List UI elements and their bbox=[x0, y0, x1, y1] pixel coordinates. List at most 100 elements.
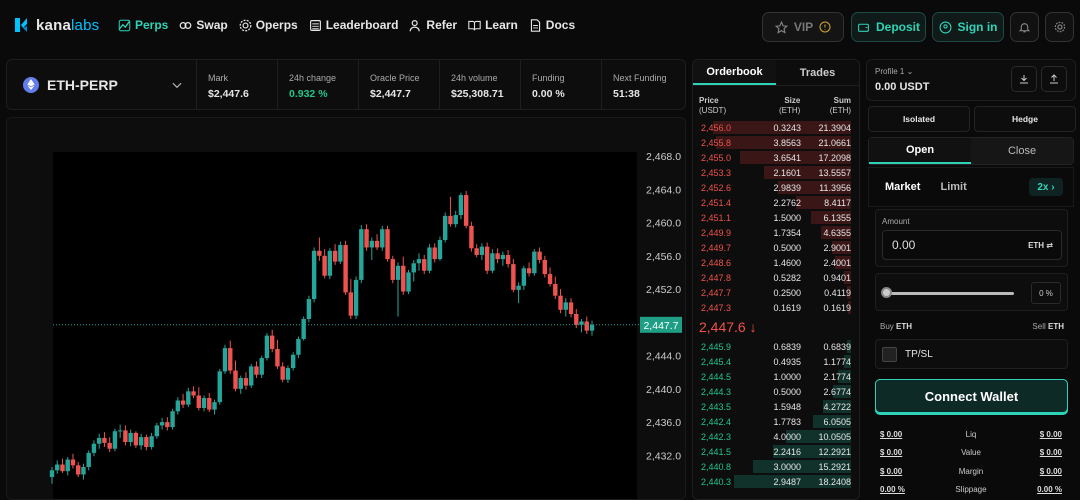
bid-row[interactable]: 2,440.3 2.9487 18.2408 bbox=[693, 474, 859, 489]
stat-label: Next Funding bbox=[613, 73, 667, 83]
ask-row[interactable]: 2,451.1 1.5000 6.1355 bbox=[693, 210, 859, 225]
stat-value: 0.932 % bbox=[289, 88, 328, 100]
ask-row[interactable]: 2,451.4 2.2762 8.4117 bbox=[693, 195, 859, 210]
sign-in-button[interactable]: Sign in bbox=[932, 12, 1004, 42]
size-slider-track[interactable] bbox=[886, 292, 1014, 295]
candle bbox=[327, 248, 333, 280]
top-bar: kanalabs Perps Swap Operps Leaderboard Refer… bbox=[0, 0, 1080, 54]
bid-row[interactable]: 2,443.5 1.5948 4.2722 bbox=[693, 399, 859, 414]
nav-item-docs[interactable]: Docs bbox=[529, 18, 575, 32]
plot-area[interactable] bbox=[53, 152, 637, 500]
buy-asset: ETH bbox=[896, 322, 913, 331]
ask-row[interactable]: 2,453.3 2.1601 13.5557 bbox=[693, 165, 859, 180]
bid-row[interactable]: 2,440.8 3.0000 15.2921 bbox=[693, 459, 859, 474]
bid-row[interactable]: 2,445.9 0.6839 0.6839 bbox=[693, 339, 859, 354]
stat-label: Mark bbox=[208, 73, 228, 83]
candle bbox=[484, 242, 490, 275]
stat-value: $25,308.71 bbox=[451, 88, 504, 100]
bid-row[interactable]: 2,445.4 0.4935 1.1774 bbox=[693, 354, 859, 369]
bid-row[interactable]: 2,442.3 4.0000 10.0505 bbox=[693, 429, 859, 444]
ask-row[interactable]: 2,449.7 0.5000 2.9001 bbox=[693, 240, 859, 255]
profile-selector[interactable]: Profile 1 ⌄ bbox=[875, 67, 913, 76]
sum-col-label: Sum bbox=[833, 96, 852, 105]
market-selector[interactable]: ETH-PERP bbox=[7, 60, 197, 109]
row-sum: 2.4001 bbox=[823, 257, 851, 268]
candle bbox=[406, 269, 411, 295]
isolated-button[interactable]: Isolated bbox=[868, 106, 970, 132]
ask-row[interactable]: 2,455.8 3.8563 21.0661 bbox=[693, 135, 859, 150]
eth-icon bbox=[23, 76, 39, 93]
ask-row[interactable]: 2,447.3 0.1619 0.1619 bbox=[693, 300, 859, 315]
notifications-button[interactable] bbox=[1010, 12, 1039, 42]
tab-orderbook[interactable]: Orderbook bbox=[693, 60, 776, 85]
amount-value: 0.00 bbox=[892, 238, 916, 252]
ask-row[interactable]: 2,455.0 3.6541 17.2098 bbox=[693, 150, 859, 165]
row-price: 2,452.6 bbox=[701, 182, 732, 193]
bid-row[interactable]: 2,441.5 2.2416 12.2921 bbox=[693, 444, 859, 459]
row-size: 3.6541 bbox=[773, 152, 801, 163]
kanalabs-logo[interactable]: kanalabs bbox=[12, 16, 99, 34]
order-type-tabs: Market Limit 2x › bbox=[868, 167, 1074, 207]
candle bbox=[301, 316, 306, 341]
nav-item-label: Refer bbox=[426, 18, 458, 32]
bid-row[interactable]: 2,442.4 1.7783 6.0505 bbox=[693, 414, 859, 429]
nav-item-refer[interactable]: Refer bbox=[409, 18, 457, 32]
ask-row[interactable]: 2,456.0 0.3243 21.3904 bbox=[693, 120, 859, 135]
connect-wallet-button[interactable]: Connect Wallet bbox=[875, 379, 1068, 413]
row-price: 2,451.1 bbox=[701, 212, 732, 223]
settings-button[interactable] bbox=[1045, 12, 1074, 42]
row-size: 1.7354 bbox=[773, 227, 801, 238]
nav-item-operps[interactable]: Operps bbox=[239, 18, 298, 32]
row-size: 0.6839 bbox=[773, 341, 801, 352]
amount-input[interactable]: 0.00 ETH ⇄ bbox=[882, 230, 1062, 260]
nav-item-leaderboard[interactable]: Leaderboard bbox=[309, 18, 398, 32]
size-slider-handle[interactable] bbox=[881, 287, 892, 298]
row-price: 2,455.0 bbox=[701, 152, 732, 163]
market-stat-funding: Funding 0.00 % bbox=[521, 60, 602, 109]
perps-icon bbox=[118, 19, 131, 32]
nav-item-label: Operps bbox=[255, 18, 298, 32]
vip-button[interactable]: VIP bbox=[762, 12, 844, 42]
leverage-value: 2x bbox=[1037, 181, 1049, 193]
tpsl-checkbox[interactable] bbox=[882, 346, 897, 362]
row-size: 0.2500 bbox=[773, 287, 801, 298]
main-nav: Perps Swap Operps Leaderboard Refer Learn Docs bbox=[118, 18, 586, 32]
download-button[interactable] bbox=[1011, 66, 1037, 92]
deposit-button[interactable]: Deposit bbox=[851, 12, 926, 42]
leverage-button[interactable]: 2x › bbox=[1029, 178, 1063, 196]
tpsl-row[interactable]: TP/SL bbox=[875, 339, 1068, 369]
row-price: 2,447.7 bbox=[701, 287, 732, 298]
ask-row[interactable]: 2,447.7 0.2500 0.4119 bbox=[693, 285, 859, 300]
refer-icon bbox=[409, 19, 422, 32]
candle bbox=[390, 255, 395, 284]
upload-button[interactable] bbox=[1041, 66, 1067, 92]
nav-item-learn[interactable]: Learn bbox=[468, 18, 518, 32]
nav-item-perps[interactable]: Perps bbox=[118, 18, 168, 32]
ask-row[interactable]: 2,449.9 1.7354 4.6355 bbox=[693, 225, 859, 240]
orderbook-panel: Orderbook Trades Price (USDT) Size (ETH) S… bbox=[692, 59, 860, 500]
ask-row[interactable]: 2,448.6 1.4600 2.4001 bbox=[693, 255, 859, 270]
amount-unit-toggle[interactable]: ETH ⇄ bbox=[1028, 241, 1053, 250]
wallet-icon bbox=[858, 23, 869, 32]
ask-row[interactable]: 2,447.8 0.5282 0.9401 bbox=[693, 270, 859, 285]
candlestick-chart[interactable]: 2,468.02,464.02,460.02,456.02,452.02,448… bbox=[7, 118, 686, 500]
bid-row[interactable]: 2,444.5 1.0000 2.1774 bbox=[693, 369, 859, 384]
row-size: 2.2762 bbox=[773, 197, 801, 208]
price-chart[interactable]: 2,468.02,464.02,460.02,456.02,452.02,448… bbox=[6, 117, 686, 500]
row-sum: 10.0505 bbox=[818, 431, 851, 442]
nav-item-swap[interactable]: Swap bbox=[179, 18, 228, 32]
percent-input[interactable]: 0 % bbox=[1031, 282, 1061, 304]
tab-trades[interactable]: Trades bbox=[776, 60, 859, 85]
hedge-button[interactable]: Hedge bbox=[974, 106, 1076, 132]
tab-limit[interactable]: Limit bbox=[940, 181, 966, 193]
bid-row[interactable]: 2,444.3 0.5000 2.6774 bbox=[693, 384, 859, 399]
tpsl-label: TP/SL bbox=[905, 348, 933, 360]
tab-open[interactable]: Open bbox=[869, 138, 971, 164]
docs-icon bbox=[529, 18, 542, 32]
tab-close[interactable]: Close bbox=[971, 138, 1073, 164]
summary-right-value: $ 0.00 bbox=[1039, 429, 1062, 439]
candle bbox=[532, 249, 537, 276]
ask-row[interactable]: 2,452.6 2.9839 11.3956 bbox=[693, 180, 859, 195]
gear-icon bbox=[1054, 21, 1065, 33]
tab-market[interactable]: Market bbox=[885, 181, 920, 193]
